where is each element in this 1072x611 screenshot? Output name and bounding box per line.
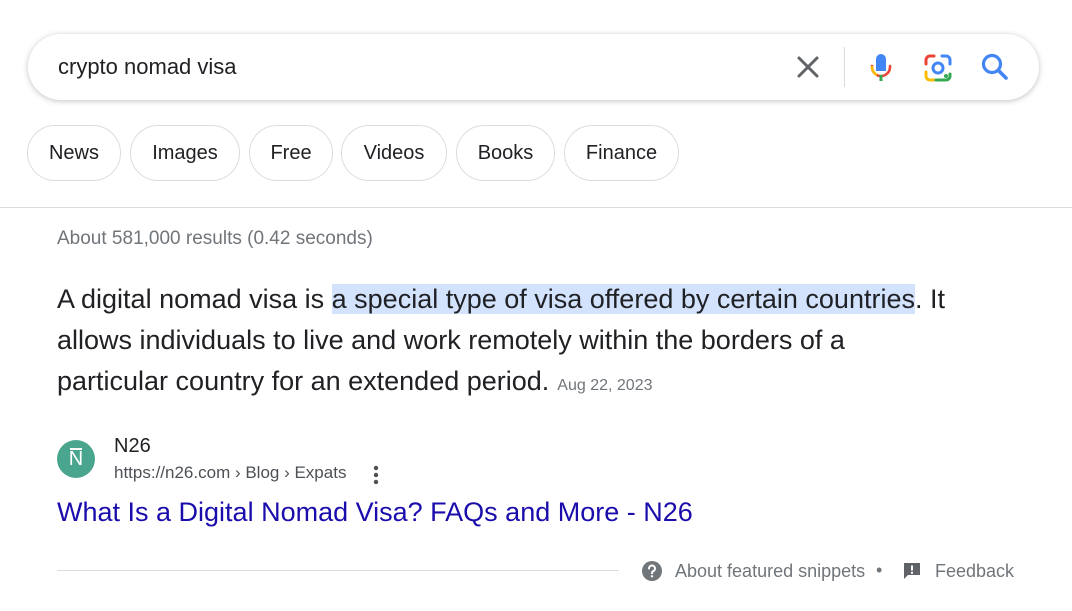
chip-videos[interactable]: Videos — [341, 125, 447, 181]
favicon-letter: N — [68, 448, 84, 470]
chip-books[interactable]: Books — [456, 125, 555, 181]
snippet-footer-divider — [57, 570, 619, 571]
search-box — [28, 34, 1039, 100]
voice-search-button[interactable] — [865, 51, 897, 83]
search-icon — [981, 53, 1008, 80]
search-button[interactable] — [979, 51, 1011, 83]
site-favicon[interactable]: N — [57, 440, 95, 478]
google-lens-icon — [924, 54, 952, 82]
chip-finance[interactable]: Finance — [564, 125, 679, 181]
site-name[interactable]: N26 — [114, 435, 151, 458]
snippet-date: Aug 22, 2023 — [557, 377, 653, 394]
footer-separator: • — [876, 560, 883, 580]
searchbox-divider — [844, 47, 845, 87]
more-vert-icon — [373, 465, 379, 485]
header-divider — [0, 207, 1072, 208]
snippet-text-before: A digital nomad visa is — [57, 284, 332, 314]
feedback-label: Feedback — [935, 560, 1015, 581]
chip-news[interactable]: News — [27, 125, 121, 181]
about-featured-snippets-label: About featured snippets — [675, 560, 866, 581]
snippet-highlight: a special type of visa offered by certai… — [331, 284, 915, 314]
featured-snippet: A digital nomad visa is a special type o… — [57, 279, 957, 406]
result-title-link[interactable]: What Is a Digital Nomad Visa? FAQs and M… — [57, 497, 693, 528]
clear-search-button[interactable] — [794, 53, 822, 81]
feedback-link[interactable]: Feedback — [902, 560, 1014, 582]
chip-free[interactable]: Free — [249, 125, 333, 181]
search-input[interactable] — [58, 34, 758, 100]
more-options-button[interactable] — [366, 464, 386, 486]
close-icon — [797, 56, 819, 78]
microphone-icon — [870, 54, 892, 81]
favicon-bar — [70, 448, 82, 450]
google-lens-button[interactable] — [922, 52, 954, 84]
result-stats: About 581,000 results (0.42 seconds) — [57, 228, 373, 249]
chip-images[interactable]: Images — [130, 125, 240, 181]
feedback-icon — [904, 563, 920, 579]
help-icon — [642, 561, 662, 581]
site-url[interactable]: https://n26.com › Blog › Expats — [114, 463, 346, 483]
about-featured-snippets-link[interactable]: About featured snippets — [641, 560, 865, 582]
